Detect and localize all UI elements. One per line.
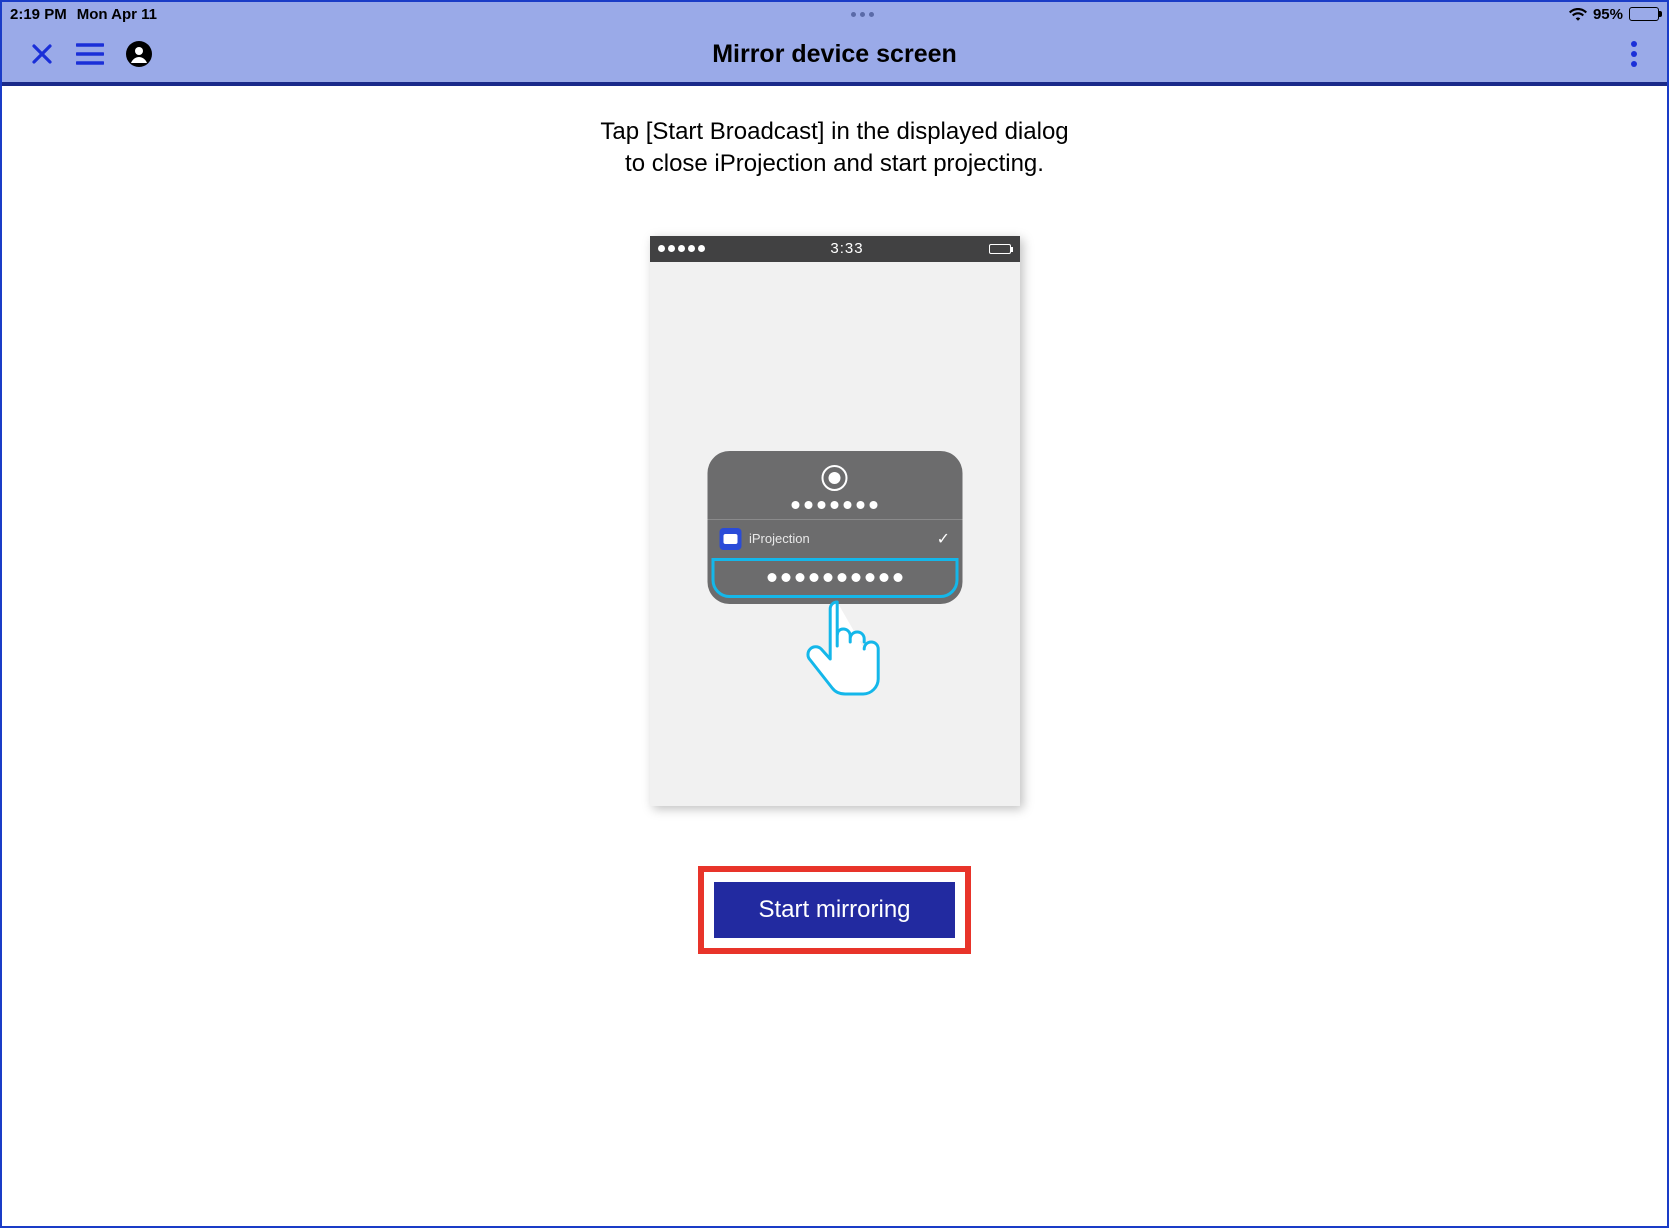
status-date: Mon Apr 11 (77, 6, 157, 23)
wifi-icon (1569, 7, 1587, 21)
battery-icon (1629, 7, 1659, 21)
app-header: Mirror device screen (2, 26, 1667, 86)
tap-hand-icon (797, 594, 887, 709)
battery-percent: 95% (1593, 6, 1623, 23)
status-time: 2:19 PM (10, 6, 67, 23)
illustration-start-broadcast-field (711, 558, 958, 598)
illustration-phone-statusbar: 3:33 (650, 236, 1020, 262)
more-options-icon[interactable] (1631, 41, 1637, 67)
ipad-status-bar: 2:19 PM Mon Apr 11 95% (2, 2, 1667, 26)
placeholder-text-dots (792, 501, 878, 509)
user-icon[interactable] (126, 41, 152, 67)
signal-dots-icon (658, 245, 705, 252)
illustration-app-row: iProjection ✓ (707, 520, 962, 558)
instruction-text: Tap [Start Broadcast] in the displayed d… (600, 116, 1068, 181)
instruction-line2: to close iProjection and start projectin… (600, 148, 1068, 180)
instruction-line1: Tap [Start Broadcast] in the displayed d… (600, 116, 1068, 148)
start-mirroring-button[interactable]: Start mirroring (714, 882, 954, 938)
menu-icon[interactable] (76, 43, 104, 65)
page-title: Mirror device screen (2, 40, 1667, 69)
illustration-app-name: iProjection (749, 531, 929, 546)
iprojection-app-icon (719, 528, 741, 550)
status-left: 2:19 PM Mon Apr 11 (10, 6, 157, 23)
check-icon: ✓ (937, 529, 950, 549)
illustration-phone: 3:33 iProjection ✓ (650, 236, 1020, 806)
illustration-broadcast-dialog: iProjection ✓ (707, 451, 962, 604)
illustration-phone-time: 3:33 (830, 240, 863, 257)
multitask-indicator (851, 12, 874, 17)
illustration-battery-icon (989, 244, 1011, 254)
status-right: 95% (1569, 6, 1659, 23)
close-icon[interactable] (30, 42, 54, 66)
callout-highlight: Start mirroring (698, 866, 970, 954)
record-icon (822, 465, 848, 491)
main-content: Tap [Start Broadcast] in the displayed d… (2, 86, 1667, 954)
